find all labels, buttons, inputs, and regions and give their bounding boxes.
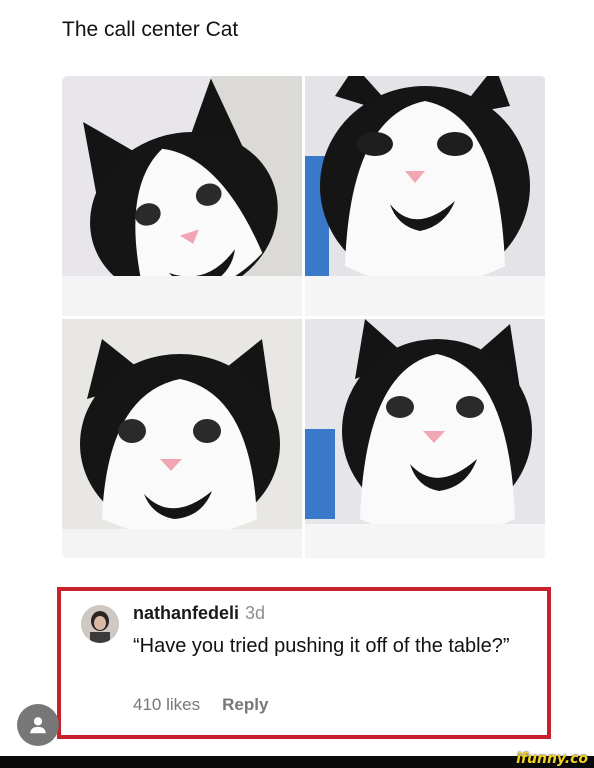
cat-photo-2-image xyxy=(305,76,545,316)
commenter-avatar-image xyxy=(81,605,119,643)
person-icon xyxy=(30,717,46,734)
comment-username[interactable]: nathanfedeli xyxy=(133,603,239,623)
commenter-avatar[interactable] xyxy=(81,605,119,643)
ifunny-watermark: ifunny.co xyxy=(516,751,588,767)
photo-grid xyxy=(62,76,546,558)
cat-photo-1[interactable] xyxy=(62,76,302,316)
comment-author[interactable]: nathanfedeli 3d xyxy=(133,603,265,624)
cat-photo-2[interactable] xyxy=(305,76,545,316)
footer-bar xyxy=(0,756,594,768)
reply-button[interactable]: Reply xyxy=(222,695,268,715)
highlighted-comment: nathanfedeli 3d “Have you tried pushing i… xyxy=(57,587,551,739)
cat-photo-4[interactable] xyxy=(305,319,545,558)
page: The call center Cat nathanfedeli 3d “Hav… xyxy=(0,0,594,768)
cat-photo-3-image xyxy=(62,319,302,558)
cat-photo-1-image xyxy=(62,76,302,316)
post-title: The call center Cat xyxy=(62,18,239,41)
cat-photo-3[interactable] xyxy=(62,319,302,558)
comment-likes[interactable]: 410 likes xyxy=(133,695,200,715)
comment-age: 3d xyxy=(245,603,266,623)
cat-photo-4-image xyxy=(305,319,545,558)
profile-button[interactable] xyxy=(17,704,59,746)
comment-text: “Have you tried pushing it off of the ta… xyxy=(133,635,510,657)
comment-actions: 410 likes Reply xyxy=(133,695,268,715)
